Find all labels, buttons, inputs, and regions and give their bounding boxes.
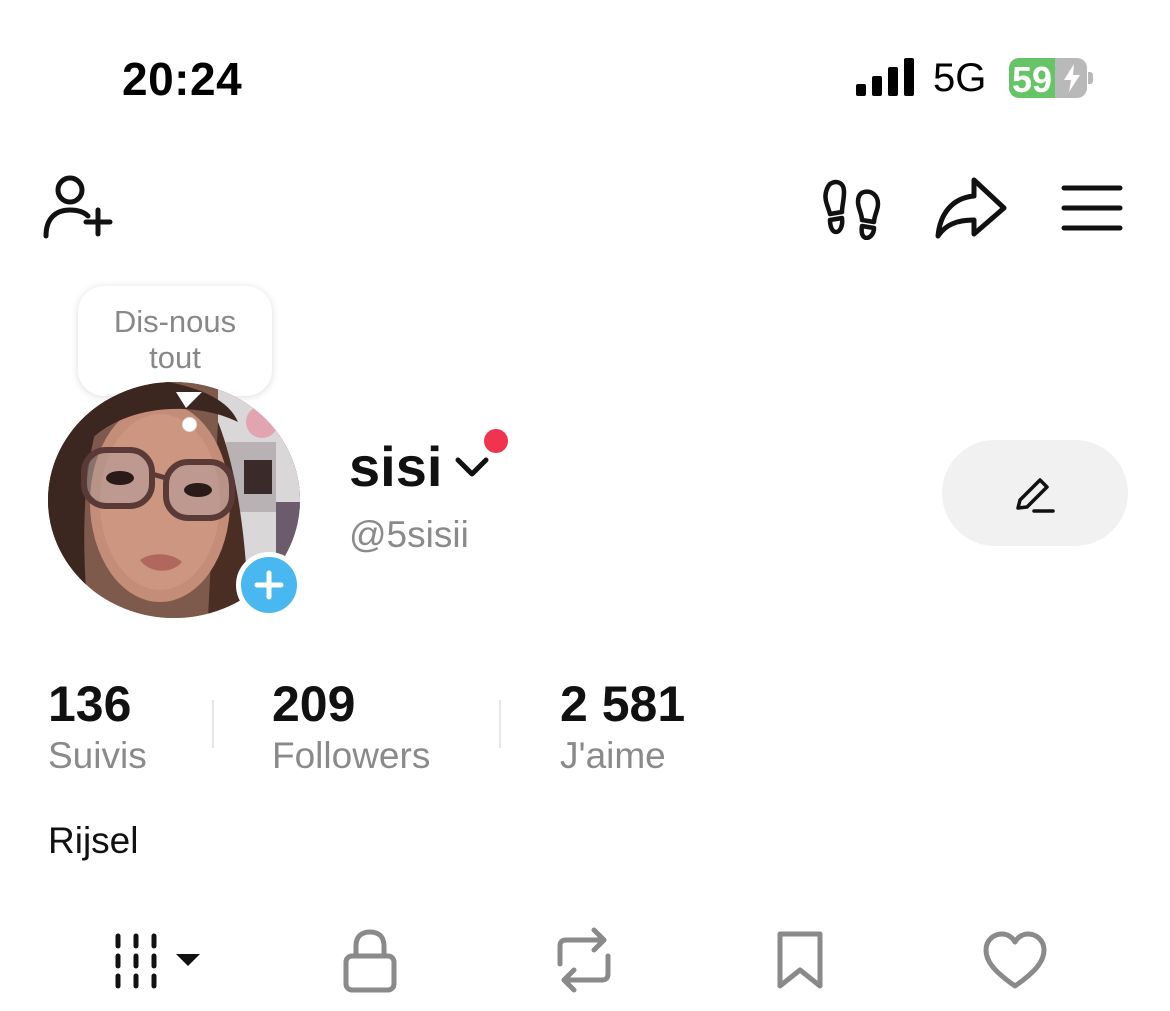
stat-following[interactable]: 136 Suivis <box>48 676 147 778</box>
battery-indicator: 59 <box>1009 58 1095 100</box>
add-story-button[interactable] <box>236 552 302 618</box>
menu-icon[interactable] <box>1060 184 1124 232</box>
bubble-dot <box>182 417 197 432</box>
bubble-tail <box>176 392 202 408</box>
stat-divider <box>499 700 501 748</box>
profile-name[interactable]: sisi <box>349 434 442 499</box>
share-icon[interactable] <box>934 176 1008 240</box>
network-type: 5G <box>933 56 987 100</box>
add-friend-icon[interactable] <box>40 172 116 242</box>
repost-icon[interactable] <box>546 924 622 996</box>
edit-profile-button[interactable] <box>942 440 1128 546</box>
battery-percent: 59 <box>1012 59 1053 100</box>
bookmark-icon[interactable] <box>770 924 830 996</box>
following-label: Suivis <box>48 735 147 776</box>
profile-handle: @5sisii <box>349 514 469 555</box>
videos-grid-icon[interactable] <box>108 924 208 996</box>
notification-dot <box>484 429 508 453</box>
stat-followers[interactable]: 209 Followers <box>272 676 430 778</box>
likes-count: 2 581 <box>560 676 686 732</box>
followers-label: Followers <box>272 735 431 776</box>
pencil-icon <box>1016 478 1055 513</box>
note-bubble[interactable]: Dis-nous tout <box>78 286 272 396</box>
followers-count: 209 <box>272 676 356 732</box>
footprints-icon[interactable] <box>820 176 884 240</box>
lock-icon[interactable] <box>338 924 402 996</box>
likes-label: J'aime <box>560 735 666 776</box>
status-time: 20:24 <box>122 53 243 105</box>
following-count: 136 <box>48 676 132 732</box>
note-bubble-line1: Dis-nous <box>113 304 237 339</box>
profile-bio: Rijsel <box>48 820 139 861</box>
heart-icon[interactable] <box>980 924 1050 996</box>
stat-divider <box>212 700 214 748</box>
stat-likes[interactable]: 2 581 J'aime <box>560 676 685 778</box>
charging-bolt-icon <box>1064 64 1080 92</box>
chevron-down-icon[interactable] <box>452 452 492 482</box>
cellular-signal-icon <box>856 58 914 96</box>
note-bubble-line2: tout <box>149 340 201 375</box>
